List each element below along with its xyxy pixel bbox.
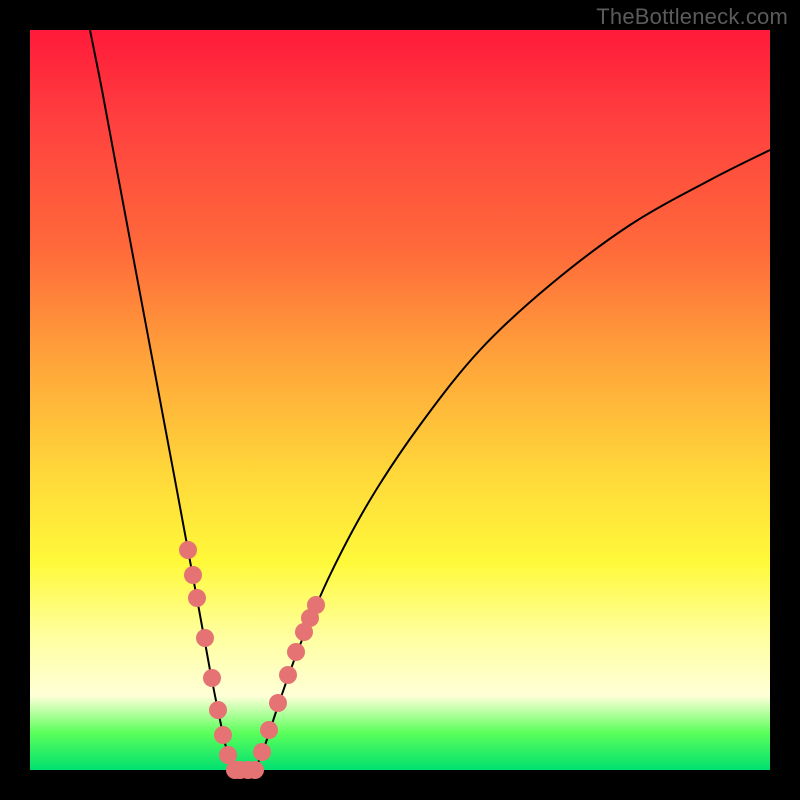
left-curve: [90, 30, 235, 770]
data-point: [203, 669, 221, 687]
data-point: [260, 721, 278, 739]
data-point: [287, 643, 305, 661]
data-point: [209, 701, 227, 719]
watermark-text: TheBottleneck.com: [596, 4, 788, 30]
plot-area: [30, 30, 770, 770]
right-curve: [255, 150, 770, 770]
bottom-markers: [231, 761, 264, 779]
data-point: [279, 666, 297, 684]
chart-svg: [30, 30, 770, 770]
data-point: [214, 726, 232, 744]
data-point: [179, 541, 197, 559]
chart-frame: TheBottleneck.com: [0, 0, 800, 800]
left-markers: [179, 541, 244, 779]
data-point: [253, 743, 271, 761]
data-point: [269, 694, 287, 712]
data-point: [307, 596, 325, 614]
right-markers: [253, 596, 325, 761]
data-point: [196, 629, 214, 647]
data-point: [246, 761, 264, 779]
data-point: [184, 566, 202, 584]
data-point: [188, 589, 206, 607]
